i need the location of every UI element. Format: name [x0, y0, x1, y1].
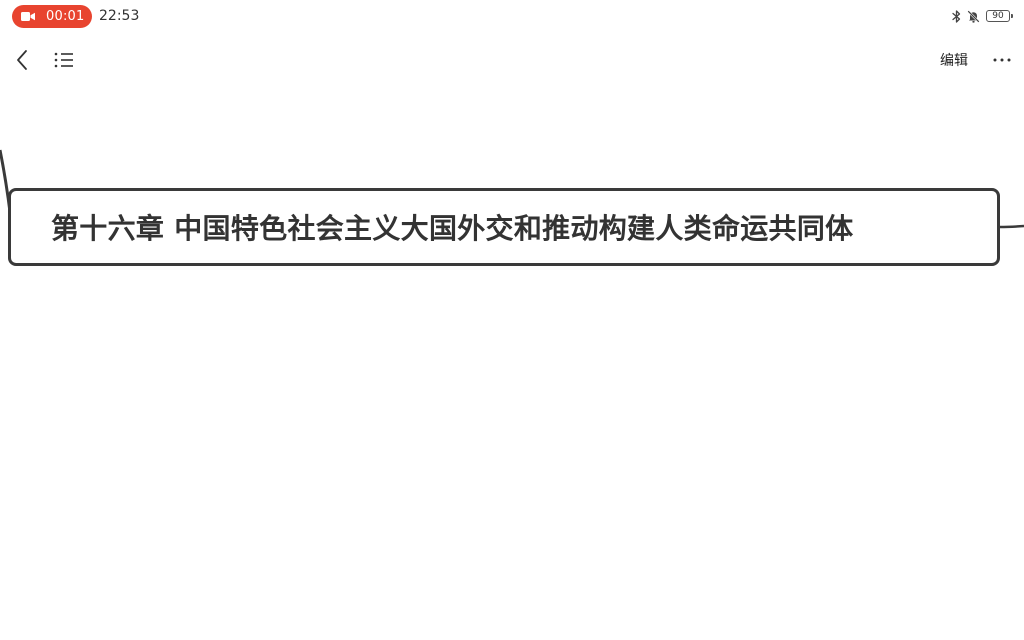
mind-map-topic-node[interactable]: 第十六章 中国特色社会主义大国外交和推动构建人类命运共同体 — [8, 188, 1000, 266]
video-camera-icon — [21, 12, 35, 21]
back-button[interactable] — [8, 46, 36, 74]
outline-list-icon — [54, 52, 73, 68]
outline-button[interactable] — [50, 46, 78, 74]
more-button[interactable] — [988, 46, 1016, 74]
clock: 22:53 — [99, 8, 140, 24]
child-connector-line — [999, 224, 1024, 229]
screen: 00:01 22:53 90 编辑 第十六章 中国特色社会主义大国外交和推动构建… — [0, 0, 1024, 640]
battery-icon: 90 — [986, 10, 1013, 22]
battery-level: 90 — [992, 11, 1004, 21]
mind-map-connectors — [0, 149, 1024, 229]
back-arrow-icon — [17, 50, 27, 70]
topic-title: 第十六章 中国特色社会主义大国外交和推动构建人类命运共同体 — [51, 212, 854, 245]
mute-bell-icon — [967, 9, 980, 23]
bluetooth-icon — [952, 9, 961, 23]
top-toolbar: 编辑 — [0, 40, 1024, 80]
screen-recording-indicator[interactable]: 00:01 — [12, 5, 92, 28]
status-bar: 00:01 22:53 90 — [0, 0, 1024, 32]
edit-button[interactable]: 编辑 — [940, 48, 968, 72]
recording-time: 00:01 — [46, 9, 85, 24]
status-icons: 90 — [952, 8, 1013, 24]
more-dots-icon — [993, 58, 1011, 62]
mind-map-canvas[interactable]: 第十六章 中国特色社会主义大国外交和推动构建人类命运共同体 — [0, 80, 1024, 640]
